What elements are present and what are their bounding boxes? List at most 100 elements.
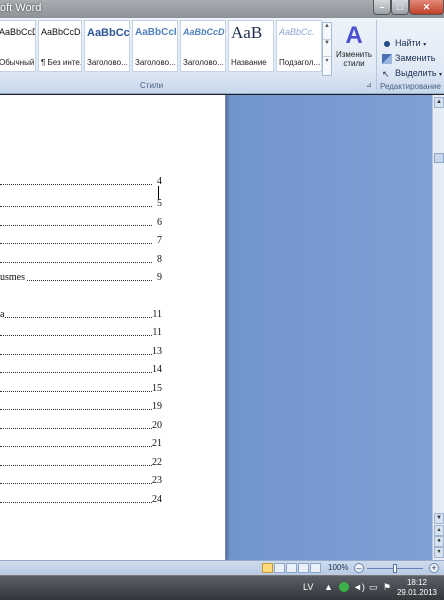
close-button[interactable]: ✕ [409, 0, 444, 15]
toc-dots [0, 502, 152, 503]
style-label: Заголово... [87, 58, 128, 67]
scroll-up-icon[interactable]: ▲ [434, 97, 444, 108]
toc-dots [0, 409, 152, 410]
taskbar: LV ▲ ◄) ▭ ⚑ 18:12 29.01.2013 [0, 575, 444, 600]
toc-dots [0, 372, 152, 373]
clock[interactable]: 18:12 29.01.2013 [392, 578, 442, 598]
utorrent-icon[interactable] [339, 582, 349, 592]
view-full-screen-button[interactable] [274, 563, 285, 573]
chevron-down-icon: ▾ [439, 72, 443, 78]
view-print-layout-button[interactable] [262, 563, 273, 573]
toc-text: usmes [0, 272, 26, 283]
toc-page: 14 [152, 364, 162, 375]
style-subtitle[interactable]: AaBbCc. Подзагол... [276, 20, 322, 72]
toc-page: 23 [152, 475, 162, 486]
select-button[interactable]: ↖ Выделить ▾ [382, 68, 442, 79]
toc-dots [0, 262, 152, 263]
gallery-scroll[interactable]: ▲ ▼ ▾ [322, 22, 332, 76]
scroll-down-icon[interactable]: ▼ [434, 513, 444, 524]
document-page[interactable]: 4 5 6 7 8 usmes 9 a 11 11 13 14 15 19 20 2… [0, 95, 226, 560]
group-label-editing: Редактирование [380, 82, 441, 91]
toc-page: 20 [152, 420, 162, 431]
style-sample: AaBbCc. [279, 27, 315, 37]
zoom-slider-thumb[interactable] [393, 564, 397, 573]
toc-page: 24 [152, 494, 162, 505]
style-heading-2[interactable]: AaBbCcI Заголово... [132, 20, 178, 72]
document-area: 4 5 6 7 8 usmes 9 a 11 11 13 14 15 19 20 2… [0, 95, 432, 560]
style-title[interactable]: AaB Название [228, 20, 274, 72]
replace-icon [382, 53, 392, 64]
toc-page: 7 [157, 235, 162, 246]
view-web-layout-button[interactable] [286, 563, 297, 573]
gallery-up-icon[interactable]: ▲ [323, 23, 331, 40]
network-icon[interactable]: ▭ [369, 582, 378, 593]
toc-dots [0, 428, 152, 429]
next-page-icon[interactable]: ▾ [434, 547, 444, 558]
minimize-button[interactable]: – [373, 0, 391, 15]
maximize-button[interactable]: □ [391, 0, 409, 15]
view-draft-button[interactable] [310, 563, 321, 573]
toc-page: 22 [152, 457, 162, 468]
flag-icon[interactable]: ⚑ [383, 582, 391, 593]
select-label: Выделить [395, 68, 437, 78]
style-normal[interactable]: AaBbCcDc Обычный [0, 20, 36, 72]
volume-icon[interactable]: ◄) [353, 582, 365, 592]
view-outline-button[interactable] [298, 563, 309, 573]
toc-page: 5 [157, 198, 162, 209]
styles-dialog-launcher-icon[interactable]: ⊿ [366, 81, 372, 89]
language-indicator[interactable]: LV [303, 582, 313, 592]
toc-dots [0, 483, 152, 484]
group-separator [376, 20, 377, 90]
style-sample: AaBbCcDc [41, 27, 82, 37]
zoom-in-button[interactable]: + [429, 563, 439, 573]
toc-page: 11 [152, 309, 162, 320]
vertical-scrollbar[interactable]: ▲ ▼ ▴ ● ▾ [432, 95, 444, 560]
zoom-out-button[interactable]: – [354, 563, 364, 573]
show-hidden-icons-icon[interactable]: ▲ [324, 582, 333, 592]
toc-dots [0, 446, 152, 447]
style-no-spacing[interactable]: AaBbCcDc ¶ Без инте... [38, 20, 82, 72]
replace-button[interactable]: Заменить [382, 53, 435, 64]
style-sample: AaBbCcD [183, 27, 225, 37]
toc-page: 9 [157, 272, 162, 283]
chevron-down-icon: ▾ [423, 42, 427, 48]
style-label: Обычный [0, 58, 35, 67]
clock-date: 29.01.2013 [396, 588, 438, 597]
toc-dots [0, 354, 152, 355]
gallery-down-icon[interactable]: ▼ [323, 40, 331, 57]
style-label: Заголово... [135, 58, 176, 67]
find-label: Найти [395, 38, 421, 48]
style-heading-1[interactable]: AaBbCc Заголово... [84, 20, 130, 72]
toc-dots [0, 184, 152, 185]
style-label: Заголово... [183, 58, 224, 67]
gallery-more-icon[interactable]: ▾ [323, 57, 331, 74]
binoculars-icon [382, 38, 392, 49]
group-label-styles: Стили [140, 81, 164, 90]
clock-time: 18:12 [406, 578, 428, 587]
minimize-icon: – [379, 2, 385, 12]
style-heading-3[interactable]: AaBbCcD Заголово... [180, 20, 226, 72]
change-styles-label-2: стили [343, 59, 365, 68]
toc-dots [0, 206, 152, 207]
scroll-thumb[interactable] [434, 153, 444, 163]
browse-object-icon[interactable]: ● [434, 536, 444, 547]
toc-page: 11 [152, 327, 162, 338]
toc-page: 8 [157, 254, 162, 265]
toc-dots [0, 317, 152, 318]
maximize-icon: □ [397, 2, 403, 12]
toc-page: 13 [152, 346, 162, 357]
style-sample: AaBbCcI [135, 27, 177, 38]
status-bar: 100% – + [0, 560, 444, 575]
close-icon: ✕ [422, 2, 431, 12]
find-button[interactable]: Найти ▾ [382, 38, 426, 49]
title-bar: oft Word – □ ✕ [0, 0, 444, 18]
change-styles-label: Изменить [335, 50, 373, 59]
text-cursor [158, 186, 159, 199]
zoom-level[interactable]: 100% [328, 563, 348, 572]
style-sample: AaBbCcDc [0, 27, 35, 37]
style-sample: AaBbCc [87, 27, 130, 39]
toc-page: 21 [152, 438, 162, 449]
toc-page: 6 [157, 217, 162, 228]
prev-page-icon[interactable]: ▴ [434, 525, 444, 536]
change-styles-button[interactable]: A Изменить стили [333, 20, 375, 78]
